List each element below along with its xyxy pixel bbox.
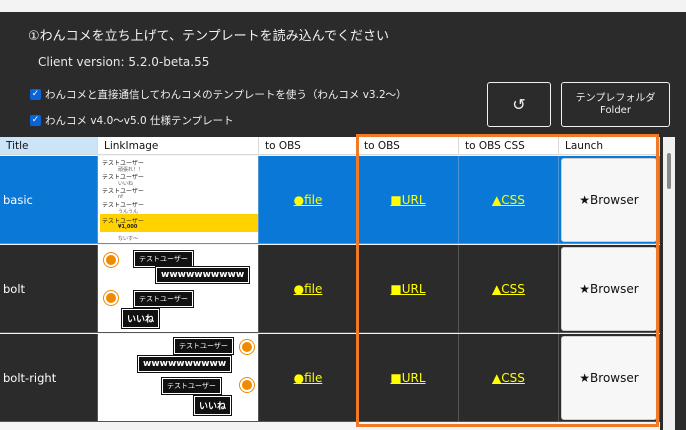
column-header-to-obs-url[interactable]: to OBS <box>358 137 459 155</box>
table-row[interactable]: basic テストユーザー 頑張れ！！ テストユーザー いいね テストユーザー … <box>0 156 660 244</box>
launch-cell: ★Browser <box>559 156 660 244</box>
to-obs-url-cell: ■URL <box>358 334 459 422</box>
preview-comment: wwwwwwwwww <box>136 354 233 373</box>
preview-comment: いいね <box>120 307 161 329</box>
preview-comment: いいね <box>192 394 233 416</box>
row-title[interactable]: bolt-right <box>0 334 98 422</box>
preview-comment: ないす〜 <box>118 235 139 242</box>
folder-button-label-en: Folder <box>600 104 631 116</box>
browser-button[interactable]: ★Browser <box>561 157 657 242</box>
avatar-icon <box>103 251 119 268</box>
direct-connect-label: わんコメと直接通信してわんコメのテンプレートを使う（わんコメ v3.2〜） <box>45 89 407 101</box>
template-folder-button[interactable]: テンプレフォルダ Folder <box>561 82 670 127</box>
template-table: Title LinkImage to OBS to OBS to OBS CSS… <box>0 137 660 430</box>
url-link[interactable]: ■URL <box>390 371 425 385</box>
to-obs-file-cell: ●file <box>259 334 358 422</box>
column-header-to-obs-css[interactable]: to OBS CSS <box>459 137 559 155</box>
preview-comment: wwwwwwwwww <box>154 265 251 284</box>
legacy-template-checkbox[interactable]: ✓ わんコメ v4.0〜v5.0 仕様テンプレート <box>30 113 234 128</box>
to-obs-css-cell: ▲CSS <box>459 156 559 244</box>
file-link[interactable]: ●file <box>294 371 323 385</box>
table-row[interactable]: bolt テストユーザー wwwwwwwwww テストユーザー いいね ●fil… <box>0 245 660 333</box>
column-header-linkimage[interactable]: LinkImage <box>98 137 259 155</box>
url-link[interactable]: ■URL <box>390 282 425 296</box>
css-link[interactable]: ▲CSS <box>492 282 525 296</box>
css-link[interactable]: ▲CSS <box>492 193 525 207</box>
to-obs-css-cell: ▲CSS <box>459 334 559 422</box>
column-header-launch[interactable]: Launch <box>559 137 660 155</box>
to-obs-url-cell: ■URL <box>358 156 459 244</box>
avatar-icon <box>103 289 119 306</box>
launch-cell: ★Browser <box>559 245 660 333</box>
template-preview-image: テストユーザー wwwwwwwwww テストユーザー いいね <box>98 334 259 422</box>
css-link[interactable]: ▲CSS <box>492 371 525 385</box>
preview-user: テストユーザー <box>133 249 194 268</box>
column-header-to-obs-file[interactable]: to OBS <box>259 137 358 155</box>
avatar-icon <box>239 376 255 393</box>
client-version-label: Client version: 5.2.0-beta.55 <box>38 55 210 69</box>
window-right-edge <box>675 137 686 430</box>
row-title[interactable]: basic <box>0 156 98 244</box>
checkmark-icon: ✓ <box>30 89 41 100</box>
legacy-template-label: わんコメ v4.0〜v5.0 仕様テンプレート <box>45 115 234 127</box>
folder-button-label-jp: テンプレフォルダ <box>575 93 656 104</box>
to-obs-file-cell: ●file <box>259 156 358 244</box>
direct-connect-checkbox[interactable]: ✓ わんコメと直接通信してわんコメのテンプレートを使う（わんコメ v3.2〜） <box>30 87 407 102</box>
url-link[interactable]: ■URL <box>390 193 425 207</box>
to-obs-css-cell: ▲CSS <box>459 245 559 333</box>
launch-cell: ★Browser <box>559 334 660 422</box>
table-row[interactable]: bolt-right テストユーザー wwwwwwwwww テストユーザー いい… <box>0 334 660 422</box>
preview-user: テストユーザー <box>173 336 234 355</box>
file-link[interactable]: ●file <box>294 193 323 207</box>
preview-user: テストユーザー <box>133 289 194 308</box>
reload-button[interactable]: ↺ <box>487 82 551 127</box>
column-header-title[interactable]: Title <box>0 137 98 155</box>
row-title[interactable]: bolt <box>0 245 98 333</box>
avatar-icon <box>239 338 255 355</box>
template-preview-image: テストユーザー 頑張れ！！ テストユーザー いいね テストユーザー nf テスト… <box>98 156 259 244</box>
file-link[interactable]: ●file <box>294 282 323 296</box>
scrollbar-thumb[interactable] <box>667 153 671 189</box>
preview-amount: ¥1,000 <box>118 223 138 230</box>
preview-comment: うんうん <box>118 208 139 215</box>
checkmark-icon: ✓ <box>30 115 41 126</box>
to-obs-file-cell: ●file <box>259 245 358 333</box>
reload-icon: ↺ <box>512 95 526 114</box>
template-preview-image: テストユーザー wwwwwwwwww テストユーザー いいね <box>98 245 259 333</box>
to-obs-url-cell: ■URL <box>358 245 459 333</box>
preview-user: テストユーザー <box>161 376 222 395</box>
vertical-scrollbar[interactable] <box>663 137 675 430</box>
browser-button[interactable]: ★Browser <box>561 335 657 420</box>
window-top-strip <box>0 0 686 12</box>
instruction-heading: ①わんコメを立ち上げて、テンプレートを読み込んでください <box>28 29 389 44</box>
browser-button[interactable]: ★Browser <box>561 246 657 331</box>
